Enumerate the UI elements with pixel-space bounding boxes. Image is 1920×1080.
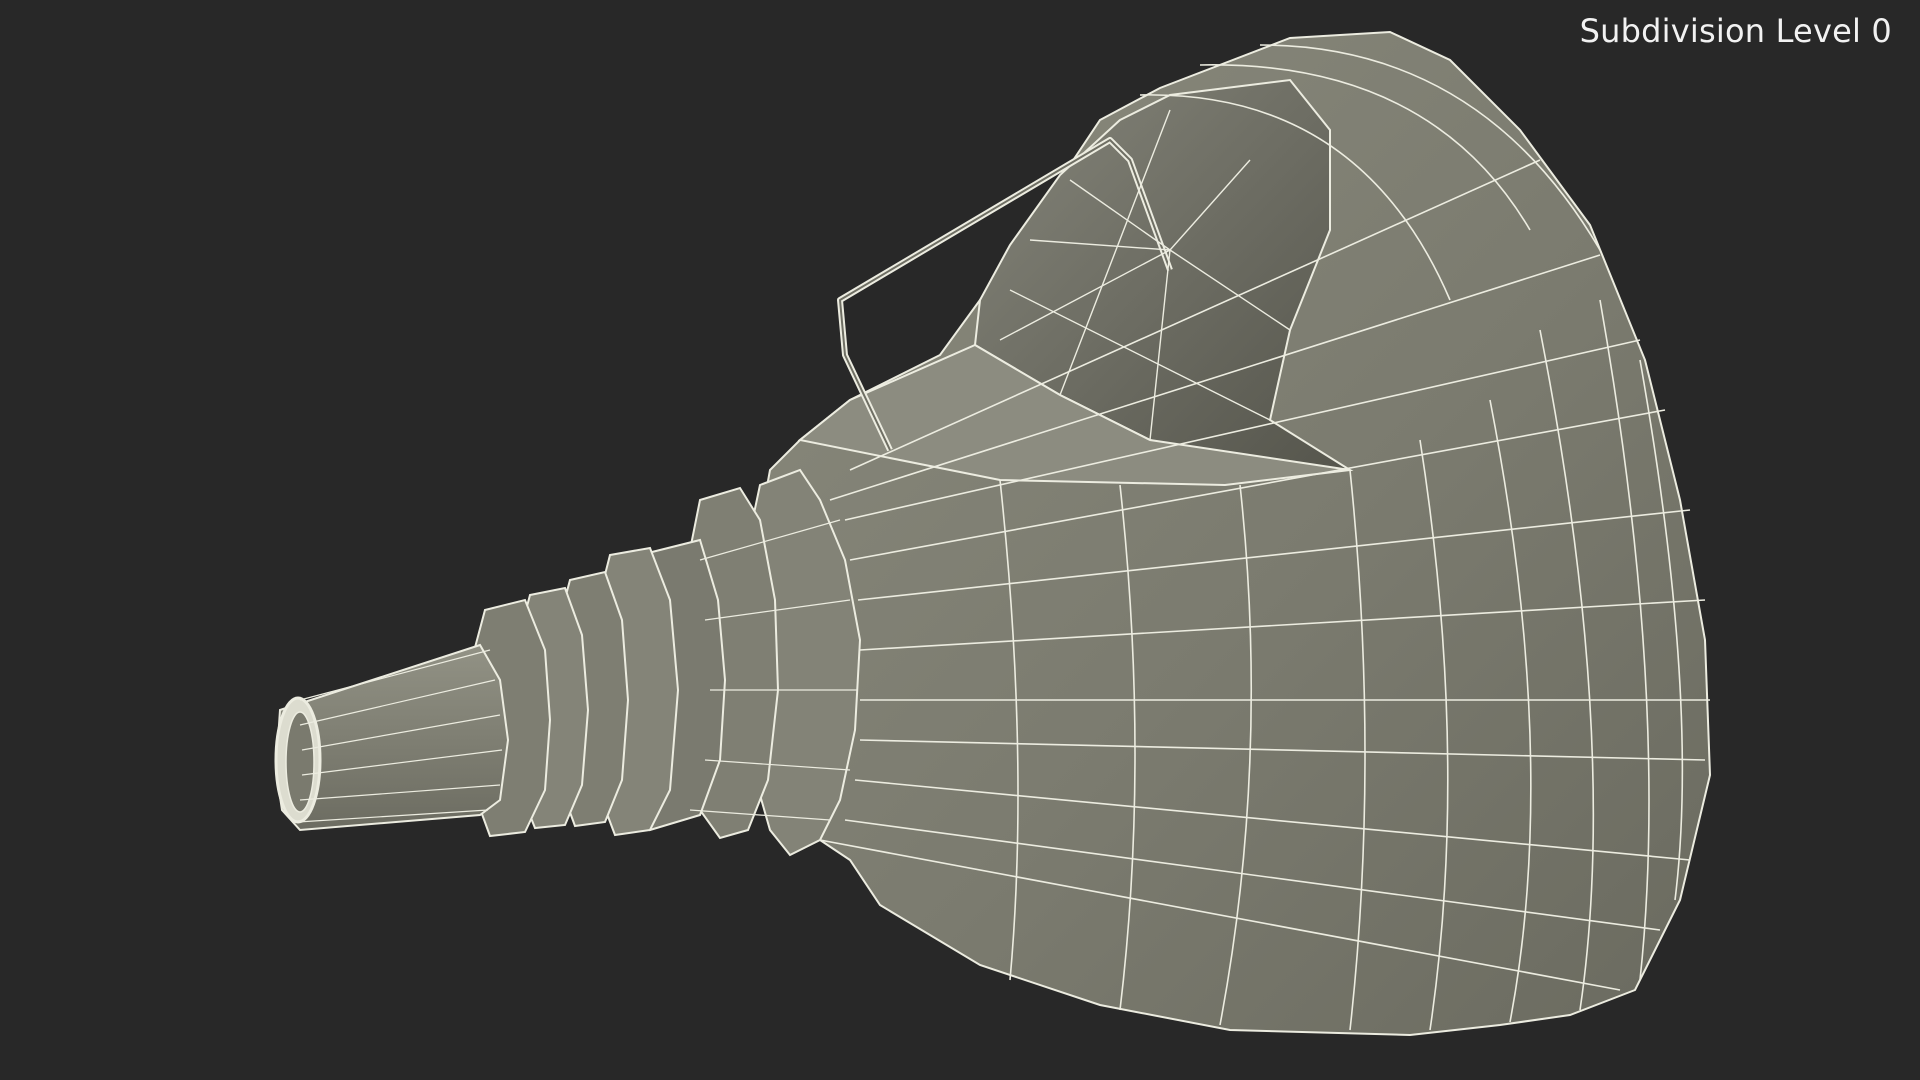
funnel-wireframe-model: [274, 30, 1712, 1037]
3d-viewport[interactable]: Subdivision Level 0: [0, 0, 1920, 1080]
subdivision-level-label: Subdivision Level 0: [1579, 12, 1892, 50]
